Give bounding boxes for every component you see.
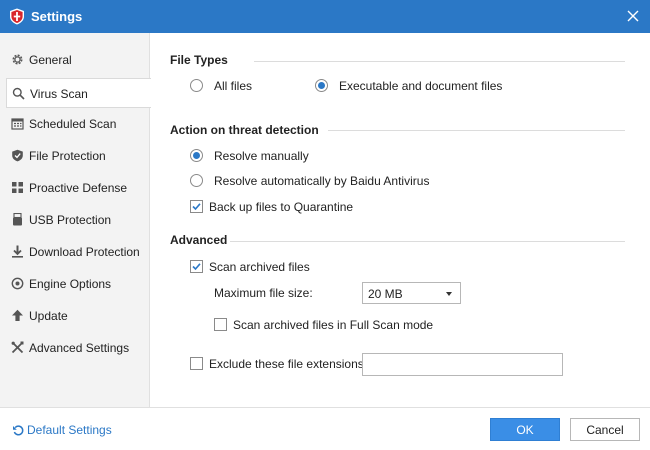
checkbox-full-scan-archived[interactable] bbox=[214, 318, 227, 331]
close-icon[interactable] bbox=[624, 7, 642, 25]
virus-scan-panel: File Types All files Executable and docu… bbox=[151, 33, 650, 407]
sidebar-item-engine-options[interactable]: Engine Options bbox=[0, 269, 150, 299]
section-title-advanced: Advanced bbox=[170, 233, 228, 247]
radio-resolve-automatically[interactable] bbox=[190, 174, 203, 187]
sidebar-item-label: Engine Options bbox=[29, 277, 112, 291]
radio-label-resolve-manually: Resolve manually bbox=[214, 149, 309, 163]
check-icon bbox=[192, 263, 201, 271]
sidebar-item-advanced-settings[interactable]: Advanced Settings bbox=[0, 333, 150, 363]
sidebar-item-label: Advanced Settings bbox=[29, 341, 130, 355]
ok-button[interactable]: OK bbox=[490, 418, 560, 441]
sidebar-item-virus-scan[interactable]: Virus Scan bbox=[6, 78, 151, 108]
sidebar-item-update[interactable]: Update bbox=[0, 301, 150, 331]
checkbox-scan-archived[interactable] bbox=[190, 260, 203, 273]
sidebar-item-label: General bbox=[29, 53, 72, 67]
sidebar-item-label: Proactive Defense bbox=[29, 181, 128, 195]
section-title-threat: Action on threat detection bbox=[170, 123, 319, 137]
max-file-size-label: Maximum file size: bbox=[214, 286, 313, 300]
max-file-size-select[interactable]: 20 MB bbox=[362, 282, 461, 304]
usb-icon bbox=[13, 213, 22, 226]
title-bar: Settings bbox=[0, 0, 650, 33]
dialog-footer: Default Settings OK Cancel bbox=[0, 407, 650, 450]
window-title: Settings bbox=[31, 9, 83, 24]
section-divider bbox=[328, 130, 625, 131]
sidebar-item-usb-protection[interactable]: USB Protection bbox=[0, 205, 150, 235]
sidebar-item-file-protection[interactable]: File Protection bbox=[0, 141, 150, 171]
cancel-button[interactable]: Cancel bbox=[570, 418, 640, 441]
tools-icon bbox=[11, 341, 24, 354]
chevron-down-icon bbox=[446, 292, 452, 296]
grid-icon bbox=[12, 182, 23, 193]
exclude-extensions-input[interactable] bbox=[362, 353, 563, 376]
default-settings-label: Default Settings bbox=[27, 423, 112, 437]
checkbox-backup-quarantine[interactable] bbox=[190, 200, 203, 213]
sidebar-item-download-protection[interactable]: Download Protection bbox=[0, 237, 150, 267]
sidebar-item-proactive-defense[interactable]: Proactive Defense bbox=[0, 173, 150, 203]
check-icon bbox=[192, 203, 201, 211]
radio-label-resolve-automatically: Resolve automatically by Baidu Antivirus bbox=[214, 174, 430, 188]
gear-icon bbox=[12, 54, 23, 65]
checkbox-label-backup-quarantine: Back up files to Quarantine bbox=[209, 200, 354, 214]
up-arrow-icon bbox=[12, 309, 23, 321]
sidebar-item-general[interactable]: General bbox=[0, 45, 150, 75]
radio-label-all-files: All files bbox=[214, 79, 253, 93]
baidu-shield-logo-icon bbox=[10, 8, 24, 25]
sidebar-item-label: Virus Scan bbox=[30, 87, 88, 101]
section-divider bbox=[254, 61, 625, 62]
checkbox-label-full-scan-archived: Scan archived files in Full Scan mode bbox=[233, 318, 434, 332]
max-file-size-value: 20 MB bbox=[368, 287, 403, 301]
radio-resolve-manually[interactable] bbox=[190, 149, 203, 162]
radio-all-files[interactable] bbox=[190, 79, 203, 92]
download-icon bbox=[12, 245, 23, 258]
sidebar: General Virus Scan Scheduled Scan File P… bbox=[0, 33, 151, 407]
sidebar-item-scheduled-scan[interactable]: Scheduled Scan bbox=[0, 109, 150, 139]
checkbox-label-scan-archived: Scan archived files bbox=[209, 260, 310, 274]
sidebar-item-label: File Protection bbox=[29, 149, 106, 163]
section-title-file-types: File Types bbox=[170, 53, 228, 67]
calendar-icon bbox=[11, 118, 24, 130]
sidebar-item-label: USB Protection bbox=[29, 213, 112, 227]
section-divider bbox=[230, 241, 625, 242]
search-icon bbox=[12, 87, 25, 100]
engine-icon bbox=[11, 277, 24, 290]
sidebar-item-label: Scheduled Scan bbox=[29, 117, 117, 131]
sidebar-item-label: Download Protection bbox=[29, 245, 140, 259]
radio-executable-document[interactable] bbox=[315, 79, 328, 92]
checkbox-exclude-extensions[interactable] bbox=[190, 357, 203, 370]
sidebar-item-label: Update bbox=[29, 309, 68, 323]
shield-icon bbox=[12, 149, 23, 162]
checkbox-label-exclude-extensions: Exclude these file extensions: bbox=[209, 357, 368, 371]
radio-label-executable-document: Executable and document files bbox=[339, 79, 503, 93]
default-settings-link[interactable]: Default Settings bbox=[12, 423, 112, 437]
reset-icon bbox=[13, 424, 24, 435]
